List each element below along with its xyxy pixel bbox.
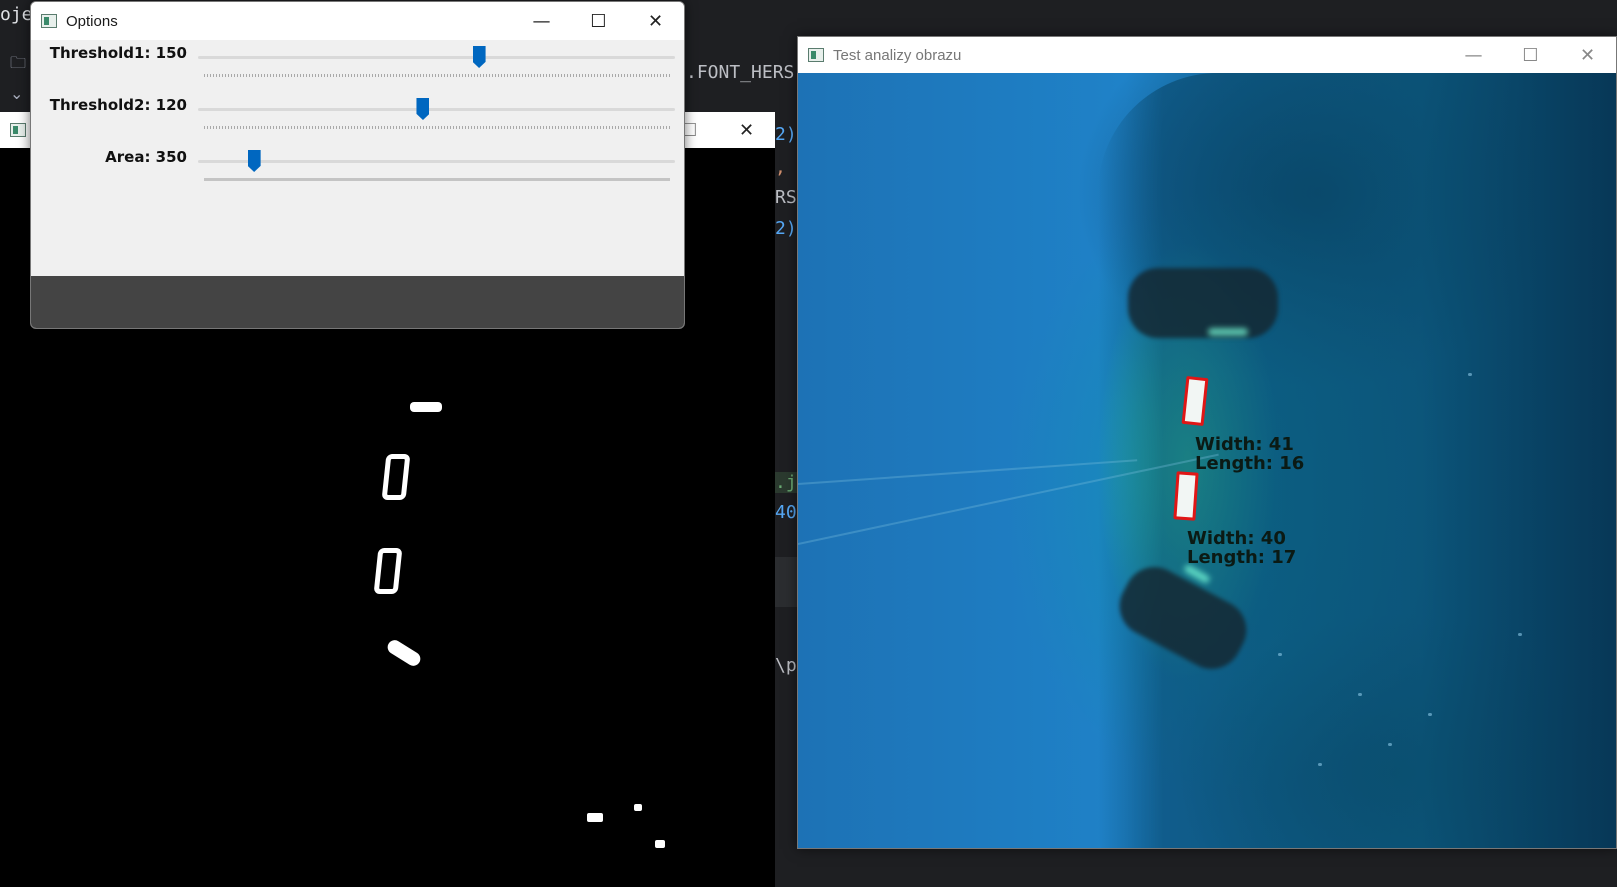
- mask-blob: [655, 840, 665, 848]
- mask-blob: [381, 454, 411, 500]
- particle: [1318, 763, 1322, 766]
- minimize-button[interactable]: —: [513, 2, 570, 40]
- detection-length-label: Length: 17: [1187, 547, 1297, 568]
- chevron-down-icon[interactable]: ⌄: [10, 84, 23, 103]
- app-icon: [41, 14, 57, 28]
- maximize-button[interactable]: ☐: [570, 2, 627, 40]
- detection-width-label: Width: 40: [1187, 528, 1286, 549]
- window-title: Options: [66, 12, 118, 30]
- particle: [1468, 373, 1472, 376]
- trackbar-rail[interactable]: [198, 160, 675, 163]
- trackbar-threshold2: Threshold2: 120: [31, 94, 684, 146]
- window-title: Test analizy obrazu: [833, 46, 962, 64]
- particle: [1278, 653, 1282, 656]
- trackbar-rail[interactable]: [198, 108, 675, 111]
- options-titlebar[interactable]: Options — ☐ ✕: [31, 2, 684, 40]
- test-analysis-window[interactable]: Test analizy obrazu — ☐ ✕ Width: 41 Leng…: [797, 36, 1617, 849]
- close-button[interactable]: ✕: [1559, 37, 1616, 73]
- mask-blob: [385, 637, 423, 669]
- minimize-button[interactable]: —: [1445, 37, 1502, 73]
- close-button[interactable]: ✕: [718, 112, 775, 148]
- detection-width-label: Width: 41: [1195, 434, 1294, 455]
- particle: [1428, 713, 1432, 716]
- trackbar-ticks: [204, 126, 670, 129]
- mask-blob: [634, 804, 642, 811]
- options-footer: [31, 276, 684, 328]
- trackbar-threshold1: Threshold1: 150: [31, 42, 684, 94]
- mask-blob: [587, 813, 603, 822]
- test-titlebar[interactable]: Test analizy obrazu — ☐ ✕: [798, 37, 1616, 73]
- app-icon: [808, 48, 824, 62]
- trackbar-label: Threshold2: 120: [49, 96, 187, 114]
- code-line: .j: [775, 472, 797, 493]
- folder-icon[interactable]: 🗀: [10, 52, 26, 79]
- trackbar-rail[interactable]: [198, 56, 675, 59]
- code-line: \p: [775, 655, 797, 676]
- trackbar-thumb[interactable]: [472, 46, 486, 68]
- trackbar-panel: Threshold1: 150 Threshold2: 120 Area: 35…: [31, 40, 684, 276]
- code-line: ,: [775, 157, 786, 178]
- code-line: 2): [775, 124, 797, 145]
- underwater-image: Width: 41 Length: 16 Width: 40 Length: 1…: [798, 73, 1616, 848]
- particle: [1358, 693, 1362, 696]
- code-line: 2): [775, 218, 797, 239]
- maximize-button[interactable]: ☐: [1502, 37, 1559, 73]
- hull-shape: [1098, 73, 1616, 848]
- mask-blob: [373, 548, 403, 594]
- app-icon: [10, 123, 26, 137]
- trackbar-label: Threshold1: 150: [49, 44, 187, 62]
- thruster-shape: [1128, 268, 1278, 338]
- options-window[interactable]: Options — ☐ ✕ Threshold1: 150 Threshold2…: [30, 1, 685, 329]
- particle: [1388, 743, 1392, 746]
- detection-length-label: Length: 16: [1195, 453, 1305, 474]
- particle: [1518, 633, 1522, 636]
- code-font-hershey: .FONT_HERS: [686, 62, 795, 83]
- close-button[interactable]: ✕: [627, 2, 684, 40]
- light-beam: [1208, 328, 1248, 336]
- mask-blob: [410, 402, 442, 412]
- trackbar-thumb[interactable]: [247, 150, 261, 172]
- trackbar-ticks: [204, 178, 670, 181]
- trackbar-label: Area: 350: [105, 148, 187, 166]
- detection-box: [1173, 471, 1199, 521]
- trackbar-thumb[interactable]: [416, 98, 430, 120]
- trackbar-area: Area: 350: [31, 146, 684, 198]
- trackbar-ticks: [204, 74, 670, 77]
